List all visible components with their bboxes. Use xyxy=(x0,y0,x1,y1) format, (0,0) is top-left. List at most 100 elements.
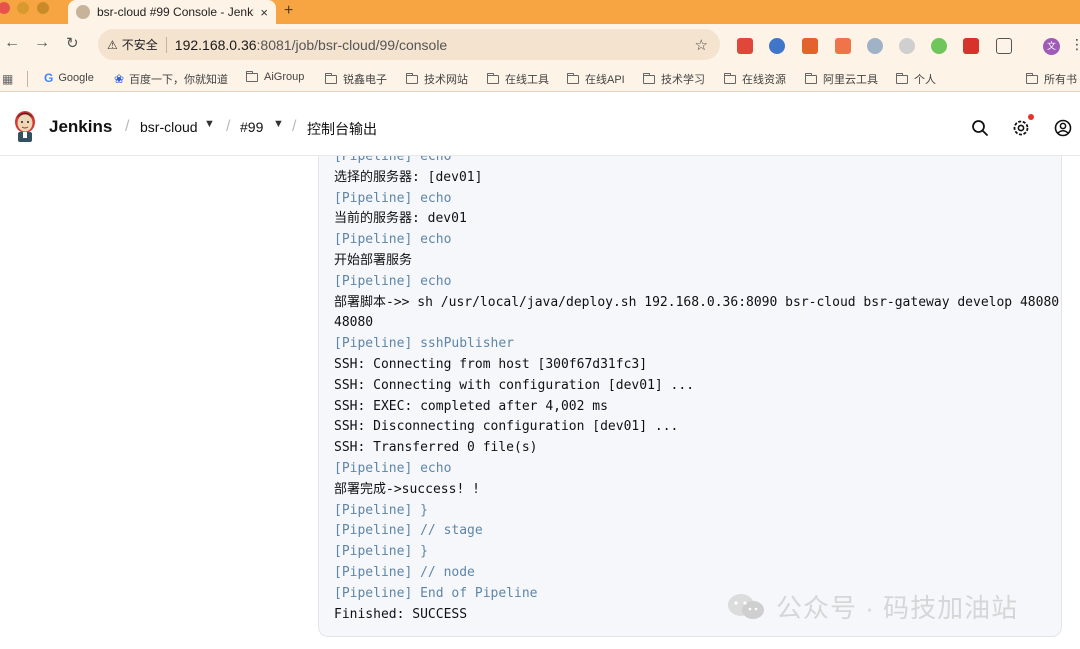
console-pipeline-line: [Pipeline] } xyxy=(334,502,428,518)
console-pipeline-line: [Pipeline] // node xyxy=(334,564,475,580)
extension-leaf-icon[interactable] xyxy=(931,38,947,54)
bookmark-google[interactable]: G Google xyxy=(44,71,94,85)
bookmarks-divider xyxy=(27,71,28,87)
browser-tab-active[interactable]: bsr-cloud #99 Console - Jenkins × xyxy=(68,0,276,24)
browser-menu-icon[interactable]: ⋮ xyxy=(1070,36,1080,53)
new-tab-button[interactable]: + xyxy=(284,2,293,20)
folder-icon xyxy=(724,72,736,84)
jenkins-header: Jenkins / bsr-cloud ▼ / #99 ▼ / 控制台输出 xyxy=(0,98,1080,156)
breadcrumb-separator: / xyxy=(125,118,130,135)
extension-circle-icon[interactable] xyxy=(899,38,915,54)
url-host: 192.168.0.36 xyxy=(174,36,257,53)
bookmark-label: 技术网站 xyxy=(424,74,468,86)
folder-icon xyxy=(1026,72,1038,84)
google-icon: G xyxy=(44,71,54,85)
bookmark-folder-aigroup[interactable]: AiGroup xyxy=(246,70,304,83)
console-output-line: 部署完成->success! ! xyxy=(334,481,480,497)
bookmark-label: 在线工具 xyxy=(505,74,549,86)
bookmark-folder-tech-learning[interactable]: 技术学习 xyxy=(643,71,705,87)
bookmark-label: 个人 xyxy=(914,74,936,86)
breadcrumb-separator: / xyxy=(292,118,297,135)
breadcrumb-separator: / xyxy=(226,118,231,135)
extension-c-icon[interactable] xyxy=(835,38,851,54)
user-icon[interactable] xyxy=(1054,119,1072,137)
console-pipeline-line: [Pipeline] } xyxy=(334,544,428,560)
security-status-label[interactable]: 不安全 xyxy=(122,36,158,53)
tab-close-icon[interactable]: × xyxy=(260,5,268,20)
breadcrumb-console-output: 控制台输出 xyxy=(307,121,377,137)
watermark: 公众号 · 码技加油站 xyxy=(726,588,1018,625)
console-output-line: 开始部署服务 xyxy=(334,252,413,268)
tab-title: bsr-cloud #99 Console - Jenkins xyxy=(97,5,255,19)
extensions-puzzle-icon[interactable] xyxy=(996,38,1012,54)
bookmark-star-icon[interactable]: ☆ xyxy=(695,36,708,54)
bookmark-folder-tech-sites[interactable]: 技术网站 xyxy=(406,71,468,87)
extension-chrome-icon[interactable] xyxy=(769,38,785,54)
forward-icon[interactable]: → xyxy=(34,34,50,52)
extension-acrobat-icon[interactable] xyxy=(963,38,979,54)
chevron-down-icon[interactable]: ▼ xyxy=(273,118,284,130)
console-output-panel: [Pipeline] echo 选择的服务器: [dev01] [Pipeline]… xyxy=(318,156,1062,637)
folder-icon xyxy=(246,70,258,82)
folder-icon xyxy=(567,72,579,84)
address-divider xyxy=(165,36,167,53)
breadcrumb-job[interactable]: bsr-cloud xyxy=(140,119,198,135)
folder-icon xyxy=(643,72,655,84)
jenkins-brand[interactable]: Jenkins xyxy=(49,117,112,137)
bookmark-folder-aliyun-tools[interactable]: 阿里云工具 xyxy=(805,71,878,87)
console-output-line: SSH: Connecting with configuration [dev0… xyxy=(334,377,695,393)
search-icon[interactable] xyxy=(971,119,989,137)
bookmark-folder-all[interactable]: 所有书 xyxy=(1026,71,1077,87)
console-pipeline-line: [Pipeline] echo xyxy=(334,232,452,248)
extension-plane-icon[interactable] xyxy=(867,38,883,54)
console-output-line: 48080 xyxy=(334,315,374,331)
apps-grid-icon[interactable]: ▦ xyxy=(2,72,13,86)
console-pipeline-line: [Pipeline] // stage xyxy=(334,523,483,539)
extension-translate-icon[interactable] xyxy=(802,38,818,54)
console-output-line: 选择的服务器: [dev01] xyxy=(334,169,483,185)
wechat-icon xyxy=(728,593,764,619)
warning-triangle-icon[interactable]: ⚠ xyxy=(107,38,118,52)
folder-icon xyxy=(325,72,337,84)
bookmark-folder-ruixin[interactable]: 锐鑫电子 xyxy=(325,71,387,87)
console-output-line: SSH: Transferred 0 file(s) xyxy=(334,440,538,456)
bookmark-folder-online-resources[interactable]: 在线资源 xyxy=(724,71,786,87)
console-pipeline-line: [Pipeline] echo xyxy=(334,273,452,289)
console-pipeline-line: [Pipeline] echo xyxy=(334,156,452,164)
bookmark-folder-online-api[interactable]: 在线API xyxy=(567,71,625,87)
jenkins-favicon-icon xyxy=(76,5,90,19)
bookmark-folder-online-tools[interactable]: 在线工具 xyxy=(487,71,549,87)
folder-icon xyxy=(896,72,908,84)
address-bar[interactable]: ⚠ 不安全 192.168.0.36 :8081/job/bsr-cloud/9… xyxy=(98,29,720,60)
console-output-line: 当前的服务器: dev01 xyxy=(334,211,467,227)
bookmark-baidu[interactable]: ❀ 百度一下，你就知道 xyxy=(114,71,228,87)
back-icon[interactable]: ← xyxy=(4,34,20,52)
console-lines: [Pipeline] echo 选择的服务器: [dev01] [Pipeline]… xyxy=(334,156,1060,625)
gear-icon[interactable] xyxy=(1012,119,1030,137)
profile-avatar[interactable]: 文 xyxy=(1043,38,1060,55)
window-maximize-button[interactable] xyxy=(37,2,49,14)
window-minimize-button[interactable] xyxy=(17,2,29,14)
bookmark-label: 百度一下，你就知道 xyxy=(129,74,229,86)
console-output-line: 部署脚本->> sh /usr/local/java/deploy.sh 192… xyxy=(334,294,1060,310)
bookmark-label: 阿里云工具 xyxy=(823,74,878,86)
window-close-button[interactable] xyxy=(0,2,10,14)
bookmark-label: 所有书 xyxy=(1044,74,1077,86)
console-pipeline-line: [Pipeline] sshPublisher xyxy=(334,336,515,352)
breadcrumb-build[interactable]: #99 xyxy=(240,119,263,135)
jenkins-butler-logo-icon[interactable] xyxy=(12,110,38,142)
console-output-line: SSH: Disconnecting configuration [dev01]… xyxy=(334,419,679,435)
extension-pdf-editor-icon[interactable] xyxy=(737,38,753,54)
chevron-down-icon[interactable]: ▼ xyxy=(204,118,215,130)
folder-icon xyxy=(406,72,418,84)
baidu-paw-icon: ❀ xyxy=(114,72,125,86)
folder-icon xyxy=(805,72,817,84)
reload-icon[interactable]: ↻ xyxy=(66,34,79,52)
bookmark-label: 在线API xyxy=(585,74,625,86)
console-output-line: SSH: Connecting from host [300f67d31fc3] xyxy=(334,356,648,372)
notification-dot xyxy=(1028,114,1034,120)
bookmark-label: Google xyxy=(58,72,94,84)
browser-tab-strip: bsr-cloud #99 Console - Jenkins × + xyxy=(0,0,1080,24)
bookmark-folder-personal[interactable]: 个人 xyxy=(896,71,936,87)
bookmark-label: 在线资源 xyxy=(742,74,786,86)
